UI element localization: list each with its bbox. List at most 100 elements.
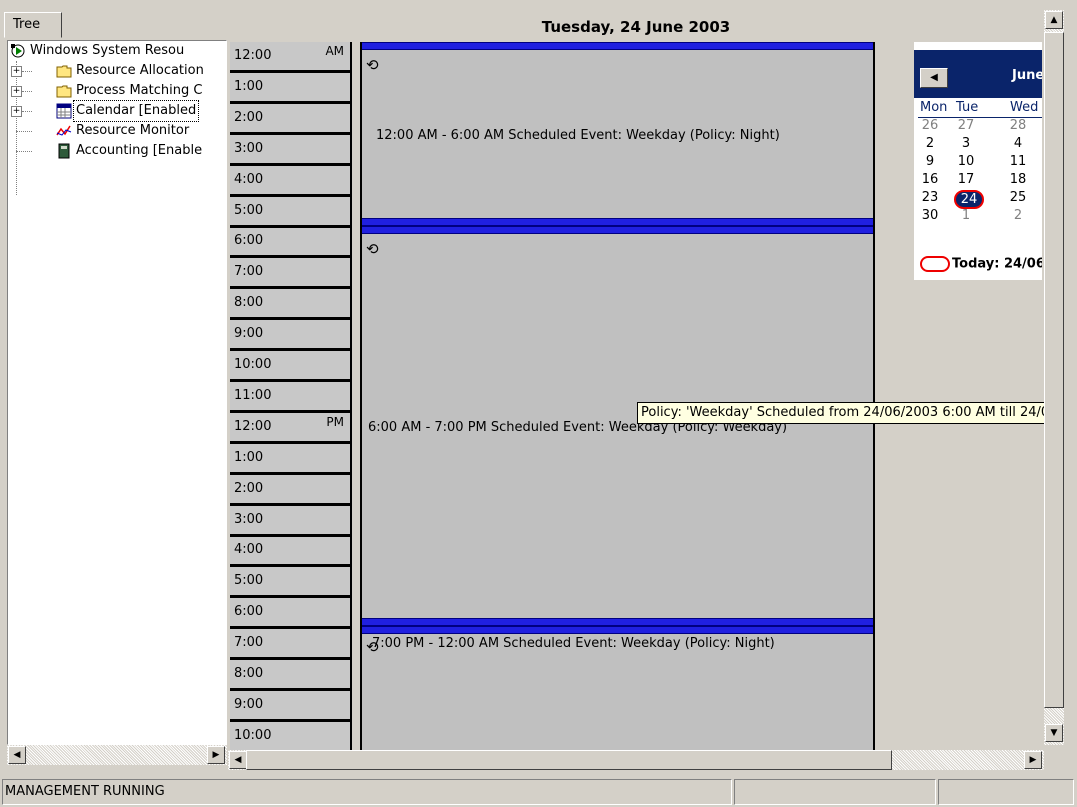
scroll-down-icon[interactable]: ▼: [1045, 724, 1063, 742]
mini-calendar-month: June: [1012, 68, 1042, 83]
calendar-day[interactable]: 30: [918, 208, 942, 223]
tab-tree[interactable]: Tree: [4, 12, 62, 38]
hour-slot[interactable]: 9:00: [230, 320, 350, 351]
calendar-day[interactable]: 28: [1006, 118, 1030, 133]
ampm-label: PM: [326, 415, 344, 429]
expand-icon[interactable]: +: [11, 106, 22, 117]
event-bar: [362, 626, 873, 634]
hour-label: 3:00: [234, 512, 264, 527]
today-label: Today: 24/06/2003: [952, 256, 1042, 272]
calendar-day[interactable]: 25: [1006, 190, 1030, 205]
horizontal-scroll-thumb[interactable]: [246, 750, 892, 770]
tree-item-accounting[interactable]: Accounting [Enable: [8, 141, 226, 161]
recurring-icon: ⟲: [366, 56, 379, 74]
calendar-day[interactable]: 9: [918, 154, 942, 169]
tree-item-label: Calendar [Enabled: [72, 100, 200, 122]
hour-slot[interactable]: 4:00: [230, 166, 350, 197]
previous-month-button[interactable]: ◀: [920, 68, 948, 88]
hour-slot[interactable]: 6:00: [230, 598, 350, 629]
tree-item-label: Resource Monitor: [76, 123, 190, 138]
tree-view[interactable]: Windows System Resou + Resource Allocati…: [7, 40, 227, 745]
calendar-day[interactable]: 3: [954, 136, 978, 151]
scroll-right-icon[interactable]: ▶: [1024, 751, 1042, 769]
horizontal-scrollbar[interactable]: ◀ ▶: [228, 750, 1044, 770]
calendar-day[interactable]: 17: [954, 172, 978, 187]
hour-slot[interactable]: 2:00: [230, 475, 350, 506]
hour-slot[interactable]: 7:00: [230, 258, 350, 289]
calendar-day[interactable]: 10: [954, 154, 978, 169]
weekday-header: Wed: [1010, 100, 1039, 115]
calendar-day[interactable]: 4: [1006, 136, 1030, 151]
hour-slot[interactable]: 3:00: [230, 506, 350, 537]
mini-calendar[interactable]: ◀ June Mon Tue Wed 26 27 28 2 3 4 9 10 11 16 17 18 2…: [914, 42, 1042, 280]
calendar-day[interactable]: 2: [1006, 208, 1030, 223]
calendar-day[interactable]: 26: [918, 118, 942, 133]
scroll-right-icon[interactable]: ▶: [207, 746, 225, 764]
vertical-scrollbar[interactable]: ▲ ▼: [1044, 10, 1064, 745]
hour-label: 4:00: [234, 172, 264, 187]
hour-slot[interactable]: 10:00: [230, 722, 350, 753]
today-marker-icon: [920, 256, 950, 272]
calendar-icon: [56, 103, 72, 119]
calendar-day[interactable]: 18: [1006, 172, 1030, 187]
expand-icon[interactable]: +: [11, 66, 22, 77]
hour-slot[interactable]: 3:00: [230, 135, 350, 166]
hour-label: 12:00: [234, 419, 272, 434]
mini-calendar-header: ◀ June: [914, 50, 1042, 98]
scroll-up-icon[interactable]: ▲: [1045, 11, 1063, 29]
vertical-scroll-thumb[interactable]: [1044, 32, 1064, 708]
hour-slot[interactable]: 1:00: [230, 73, 350, 104]
calendar-day[interactable]: 23: [918, 190, 942, 205]
today-link[interactable]: Today: 24/06/2003: [920, 256, 1042, 272]
hour-label: 5:00: [234, 203, 264, 218]
hour-slot[interactable]: 9:00: [230, 691, 350, 722]
hour-slot[interactable]: 6:00: [230, 227, 350, 258]
event-bar: [362, 618, 873, 626]
event-bar: [362, 226, 873, 234]
tree-horizontal-scrollbar[interactable]: ◀ ▶: [7, 745, 227, 765]
event-bar: [362, 218, 873, 226]
hour-slot[interactable]: 7:00: [230, 629, 350, 660]
hour-label: 7:00: [234, 635, 264, 650]
hour-slot[interactable]: 11:00: [230, 382, 350, 413]
hour-label: 1:00: [234, 79, 264, 94]
weekday-header: Tue: [956, 100, 979, 115]
calendar-day[interactable]: 2: [918, 136, 942, 151]
scroll-left-icon[interactable]: ◀: [229, 751, 247, 769]
tree-item-calendar[interactable]: + Calendar [Enabled: [8, 100, 226, 122]
calendar-day[interactable]: 24: [954, 190, 984, 209]
tree-item-resource-allocation[interactable]: + Resource Allocation: [8, 61, 226, 81]
expand-icon[interactable]: +: [11, 86, 22, 97]
tree-item-process-matching[interactable]: + Process Matching C: [8, 81, 226, 101]
tab-tree-label: Tree: [13, 17, 41, 32]
hour-slot[interactable]: 4:00: [230, 536, 350, 567]
tree-item-label: Accounting [Enable: [76, 143, 203, 158]
hour-slot[interactable]: 10:00: [230, 351, 350, 382]
calendar-day[interactable]: 16: [918, 172, 942, 187]
calendar-day[interactable]: 1: [954, 208, 978, 223]
event-text: 12:00 AM - 6:00 AM Scheduled Event: Week…: [376, 128, 780, 143]
hour-slot[interactable]: 5:00: [230, 197, 350, 228]
events-column[interactable]: ⟲ 12:00 AM - 6:00 AM Scheduled Event: We…: [360, 42, 875, 750]
hour-slot[interactable]: 12:00 PM: [230, 413, 350, 444]
hour-slot[interactable]: 2:00: [230, 104, 350, 135]
hour-slot[interactable]: 5:00: [230, 567, 350, 598]
scroll-left-icon[interactable]: ◀: [8, 746, 26, 764]
status-panel: [734, 779, 936, 805]
ampm-label: AM: [325, 44, 344, 58]
hour-slot[interactable]: 8:00: [230, 289, 350, 320]
calendar-day[interactable]: 27: [954, 118, 978, 133]
hour-label: 1:00: [234, 450, 264, 465]
calendar-day[interactable]: 11: [1006, 154, 1030, 169]
event-bar: [362, 42, 873, 50]
hour-slot[interactable]: 1:00: [230, 444, 350, 475]
tree-item-resource-monitor[interactable]: Resource Monitor: [8, 121, 226, 141]
tree-item-label: Process Matching C: [76, 83, 203, 98]
hour-slot[interactable]: 8:00: [230, 660, 350, 691]
hour-label: 8:00: [234, 295, 264, 310]
hour-label: 4:00: [234, 542, 264, 557]
chart-icon: [56, 125, 72, 136]
status-bar: MANAGEMENT RUNNING: [0, 775, 1077, 807]
hour-slot[interactable]: 12:00 AM: [230, 42, 350, 73]
hour-column: 12:00 AM 1:00 2:00 3:00 4:00 5:00 6:00 7:00 8:00 9…: [230, 42, 352, 753]
